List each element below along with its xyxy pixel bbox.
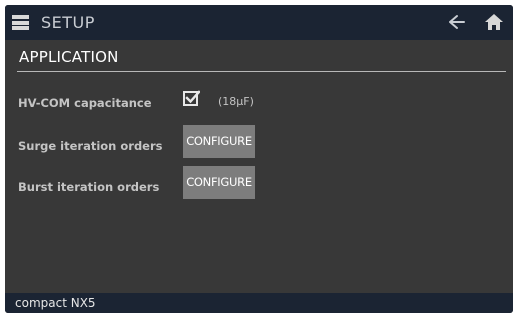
surge-iteration-orders-label: Surge iteration orders [18,139,163,153]
section-divider [17,71,506,72]
burst-configure-button[interactable]: CONFIGURE [183,166,255,199]
device-name: compact NX5 [15,296,96,310]
setup-screen: SETUP APPLICATION HV-COM capacitance (18… [5,5,513,313]
hv-com-capacitance-label: HV-COM capacitance [18,96,152,110]
menu-icon-bar [12,26,29,30]
status-bar: compact NX5 [5,293,513,313]
menu-icon-bar [12,20,29,25]
hv-com-capacitance-checkbox[interactable] [183,90,200,107]
arrow-left-icon[interactable] [445,13,467,31]
menu-icon-bar [12,15,29,19]
menu-icon[interactable] [12,15,29,30]
section-title: APPLICATION [19,48,119,66]
top-bar: SETUP [5,5,513,40]
page-title: SETUP [41,13,95,32]
home-icon[interactable] [484,13,504,31]
burst-iteration-orders-label: Burst iteration orders [18,180,160,194]
surge-configure-button[interactable]: CONFIGURE [183,125,255,158]
capacitance-value: (18µF) [218,95,254,108]
